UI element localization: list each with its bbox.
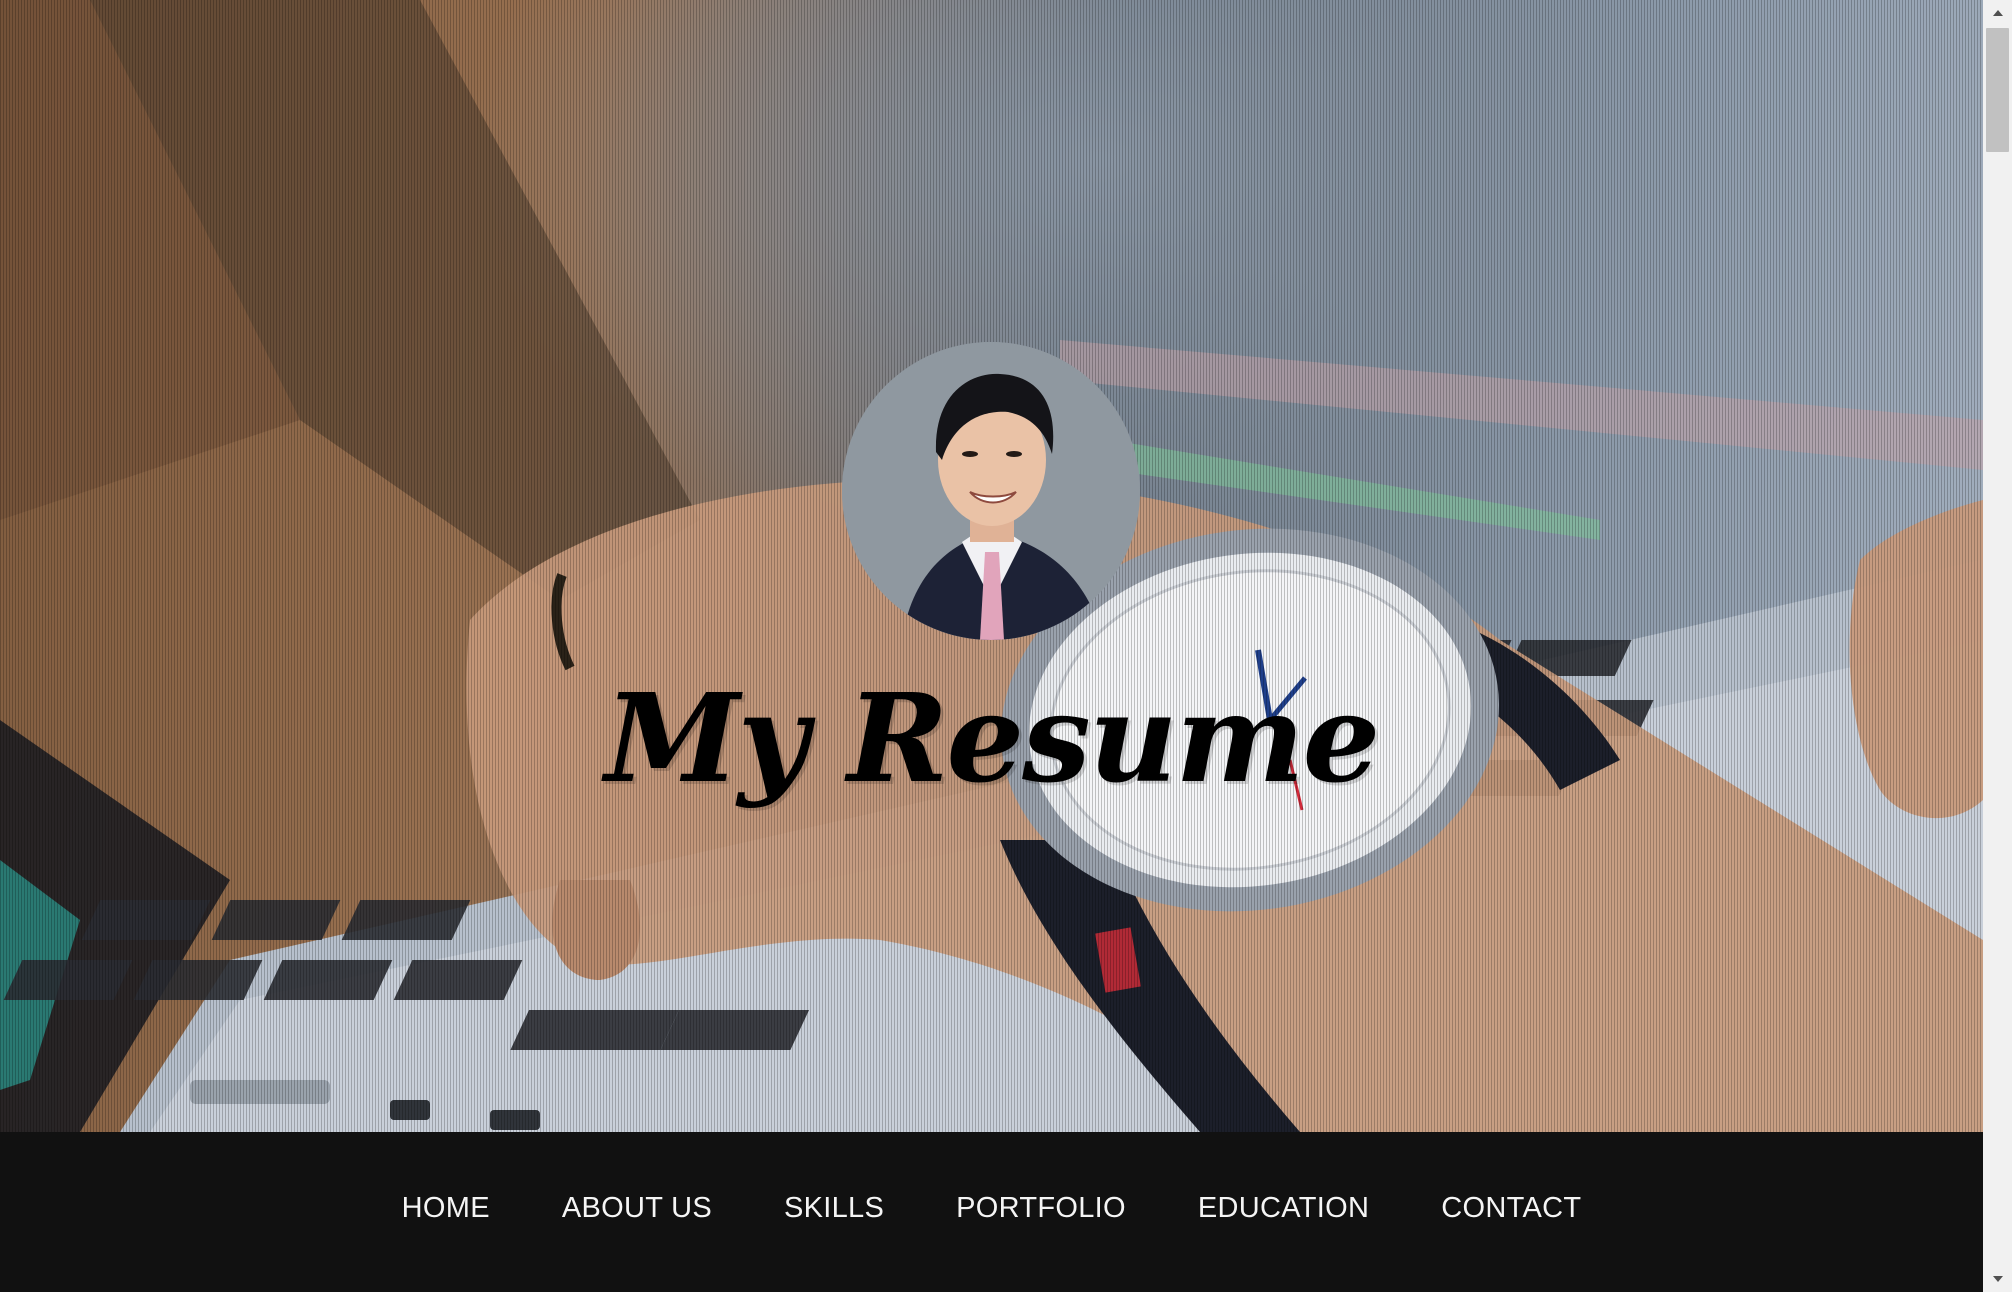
- nav-link-portfolio[interactable]: PORTFOLIO: [956, 1186, 1126, 1231]
- site-title: My Resume: [604, 666, 1381, 810]
- nav-item-portfolio: PORTFOLIO: [956, 1192, 1126, 1231]
- scroll-up-arrow-icon[interactable]: [1983, 0, 2012, 26]
- nav-link-contact[interactable]: CONTACT: [1441, 1186, 1581, 1231]
- nav-item-skills: SKILLS: [784, 1192, 884, 1231]
- profile-avatar: [842, 342, 1140, 640]
- profile-photo-icon: [842, 342, 1140, 640]
- nav-item-about-us: ABOUT US: [562, 1192, 712, 1231]
- scrollbar-thumb[interactable]: [1986, 28, 2009, 152]
- hero-section: My Resume: [0, 0, 1983, 1132]
- nav-item-education: EDUCATION: [1198, 1192, 1369, 1231]
- main-navigation: HOME ABOUT US SKILLS PORTFOLIO EDUCATION…: [0, 1132, 1983, 1292]
- nav-link-skills[interactable]: SKILLS: [784, 1186, 884, 1231]
- vertical-scrollbar[interactable]: [1983, 0, 2012, 1292]
- nav-item-home: HOME: [402, 1192, 490, 1231]
- scroll-down-arrow-icon[interactable]: [1983, 1266, 2012, 1292]
- nav-link-home[interactable]: HOME: [402, 1186, 490, 1231]
- page-viewport: My Resume HOME ABOUT US SKILLS PORTFOLIO…: [0, 0, 1983, 1292]
- nav-link-about-us[interactable]: ABOUT US: [562, 1186, 712, 1231]
- nav-link-education[interactable]: EDUCATION: [1198, 1186, 1369, 1231]
- nav-item-contact: CONTACT: [1441, 1192, 1581, 1231]
- nav-list: HOME ABOUT US SKILLS PORTFOLIO EDUCATION…: [0, 1132, 1983, 1292]
